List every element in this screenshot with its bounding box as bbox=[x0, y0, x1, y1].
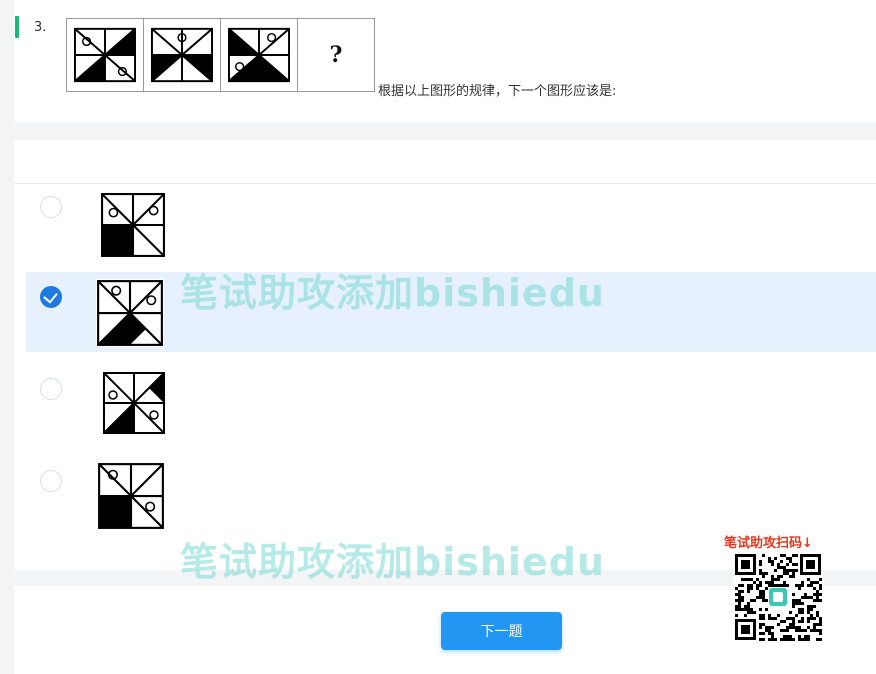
watermark-bottom: 笔试助攻添加bishiedu bbox=[180, 540, 605, 584]
option-d-radio[interactable] bbox=[40, 470, 62, 492]
qr-label: 笔试助攻扫码↓ bbox=[724, 536, 813, 551]
option-b-figure[interactable] bbox=[96, 279, 164, 347]
option-a-figure[interactable] bbox=[100, 191, 166, 259]
option-c-radio[interactable] bbox=[40, 378, 62, 400]
sequence-figure-1-graphic bbox=[74, 27, 136, 83]
option-d-graphic bbox=[98, 463, 164, 529]
figure-sequence: ? bbox=[66, 18, 375, 92]
option-b-graphic bbox=[97, 280, 163, 346]
sequence-figure-2-graphic bbox=[151, 27, 213, 83]
option-a-row[interactable] bbox=[26, 186, 876, 266]
option-d-row[interactable] bbox=[26, 456, 876, 536]
option-b-radio[interactable] bbox=[40, 286, 62, 308]
watermark-top: 笔试助攻添加bishiedu bbox=[180, 271, 605, 315]
sequence-unknown: ? bbox=[298, 19, 374, 91]
option-a-graphic bbox=[101, 193, 165, 257]
option-c-row[interactable] bbox=[26, 366, 876, 442]
sequence-figure-3 bbox=[221, 19, 298, 91]
checkmark-icon bbox=[43, 288, 58, 304]
option-c-figure[interactable] bbox=[102, 369, 166, 437]
question-accent-bar bbox=[15, 16, 19, 38]
question-prompt: 根据以上图形的规律，下一个图形应该是: bbox=[378, 84, 617, 99]
option-a-radio[interactable] bbox=[40, 196, 62, 218]
options-divider bbox=[14, 183, 876, 184]
question-number: 3. bbox=[34, 20, 47, 35]
sequence-figure-1 bbox=[67, 19, 144, 91]
sequence-figure-3-graphic bbox=[228, 27, 290, 83]
next-question-button[interactable]: 下一题 bbox=[441, 612, 562, 650]
qr-code-graphic bbox=[733, 552, 823, 642]
option-c-graphic bbox=[103, 372, 165, 434]
sequence-figure-2 bbox=[144, 19, 221, 91]
option-d-figure[interactable] bbox=[96, 462, 166, 530]
question-mark: ? bbox=[329, 42, 343, 68]
qr-code bbox=[733, 552, 823, 642]
